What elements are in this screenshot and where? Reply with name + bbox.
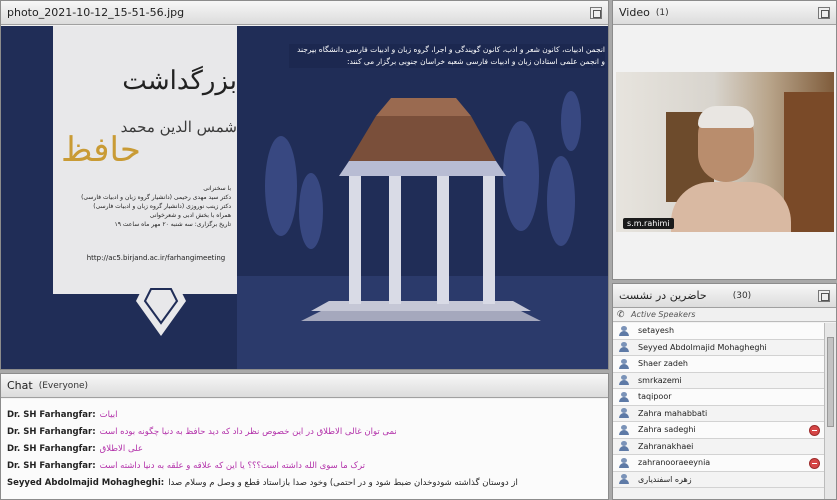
chat-message: Seyyed Abdolmajid Mohagheghi: از دوستان گ… xyxy=(7,474,604,491)
attendee-row[interactable]: Zahra mahabbati xyxy=(613,405,824,422)
chat-sender: Seyyed Abdolmajid Mohagheghi: xyxy=(7,477,165,488)
maximize-icon[interactable] xyxy=(818,7,830,19)
maximize-icon[interactable] xyxy=(818,290,830,302)
chat-pod-title-bar: Chat (Everyone) xyxy=(1,374,608,398)
user-icon xyxy=(618,358,630,369)
attendees-pod-title: حاضرین در نشست xyxy=(619,289,707,302)
attendee-row[interactable]: زهره اسفندیاری xyxy=(613,471,824,488)
chat-sender: Dr. SH Farhangfar: xyxy=(7,460,96,471)
poster-url: http://ac5.birjand.ac.ir/farhangimeeting xyxy=(86,254,226,262)
bookshelf xyxy=(784,92,834,232)
participant-name-tag: s.m.rahimi xyxy=(623,218,674,229)
participant-body xyxy=(671,182,791,232)
user-icon xyxy=(618,457,630,468)
user-icon xyxy=(618,474,630,485)
user-icon xyxy=(618,342,630,353)
attendee-list: setayesh Seyyed Abdolmajid Mohagheghi Sh… xyxy=(613,323,824,499)
phone-icon: ✆ xyxy=(617,309,625,320)
chat-text: علی الاطلاق xyxy=(99,443,143,454)
attendee-row[interactable]: setayesh xyxy=(613,323,824,340)
video-pod-title-bar: Video (1) xyxy=(613,1,836,25)
chat-pod-title: Chat xyxy=(7,379,33,392)
poster-details: با سخنرانی دکتر سید مهدی رحیمی (دانشیار … xyxy=(61,184,231,229)
chat-sender: Dr. SH Farhangfar: xyxy=(7,443,96,454)
chat-text: ترک ما سوی الله داشته است؟؟؟ یا این که ع… xyxy=(99,460,366,471)
attendee-name: Shaer zadeh xyxy=(638,359,688,369)
attendees-pod: حاضرین در نشست (30) ✆ Active Speakers se… xyxy=(612,283,837,500)
active-speakers-label: Active Speakers xyxy=(631,310,696,319)
photo-pod-title-bar: photo_2021-10-12_15-51-56.jpg xyxy=(1,1,608,25)
chat-scope[interactable]: (Everyone) xyxy=(39,381,88,391)
poster-line: دکتر سید مهدی رحیمی (دانشیار گروه زبان و… xyxy=(81,194,231,201)
user-icon xyxy=(618,424,630,435)
attendee-name: taqipoor xyxy=(638,392,672,402)
attendee-name: zahranooraeeynia xyxy=(638,458,711,468)
chat-message: Dr. SH Farhangfar: نمی توان غالی الاطلاق … xyxy=(7,423,604,440)
poster-banner-line-2: و انجمن علمی استادان زبان و ادبیات فارسی… xyxy=(289,56,605,68)
poster-image: انجمن ادبیات، کانون شعر و ادب، کانون گوی… xyxy=(1,26,608,369)
chat-message: Dr. SH Farhangfar: ابیات xyxy=(7,406,604,423)
participant-hair xyxy=(698,106,754,128)
chat-message: Dr. SH Farhangfar: ترک ما سوی الله داشته … xyxy=(7,457,604,474)
video-feed[interactable]: s.m.rahimi xyxy=(616,72,834,232)
away-status-icon xyxy=(809,458,820,469)
poster-line: دکتر زینب نوروزی (دانشیار گروه زبان و اد… xyxy=(93,203,231,210)
attendees-count: (30) xyxy=(732,290,752,301)
attendee-row[interactable]: smrkazemi xyxy=(613,372,824,389)
attendee-name: زهره اسفندیاری xyxy=(638,474,692,484)
poster-line: تاریخ برگزاری: سه شنبه ۲۰ مهر ماه ساعت ۱… xyxy=(114,221,231,228)
poster-title: بزرگداشت xyxy=(122,66,237,96)
photo-pod-title: photo_2021-10-12_15-51-56.jpg xyxy=(7,6,185,19)
user-icon xyxy=(618,408,630,419)
poster-hafez-calligraphy: حافظ xyxy=(61,130,141,170)
chat-text: نمی توان غالی الاطلاق در این خصوص نظر دا… xyxy=(99,426,397,437)
poster-banner: انجمن ادبیات، کانون شعر و ادب، کانون گوی… xyxy=(289,44,608,72)
poster-banner-line-1: انجمن ادبیات، کانون شعر و ادب، کانون گوی… xyxy=(289,44,605,56)
chat-sender: Dr. SH Farhangfar: xyxy=(7,409,96,420)
chat-sender: Dr. SH Farhangfar: xyxy=(7,426,96,437)
attendee-name: Seyyed Abdolmajid Mohagheghi xyxy=(638,342,767,352)
poster-ornament-icon xyxy=(136,281,186,336)
attendee-name: Zahranakhaei xyxy=(638,441,694,451)
attendee-row[interactable]: zahranooraeeynia xyxy=(613,455,824,472)
maximize-icon[interactable] xyxy=(590,7,602,19)
away-status-icon xyxy=(809,425,820,436)
chat-message: Dr. SH Farhangfar: علی الاطلاق xyxy=(7,440,604,457)
chat-pod: Chat (Everyone) Dr. SH Farhangfar: ابیات … xyxy=(0,373,609,500)
chat-text: ابیات xyxy=(99,409,118,420)
video-count: (1) xyxy=(655,7,669,18)
user-icon xyxy=(618,325,630,336)
attendee-row[interactable]: Zahranakhaei xyxy=(613,438,824,455)
attendee-row[interactable]: Seyyed Abdolmajid Mohagheghi xyxy=(613,339,824,356)
attendee-row[interactable]: Zahra sadeghi xyxy=(613,422,824,439)
user-icon xyxy=(618,441,630,452)
photo-pod: photo_2021-10-12_15-51-56.jpg انجمن ادبی… xyxy=(0,0,609,370)
attendee-name: Zahra mahabbati xyxy=(638,408,708,418)
user-icon xyxy=(618,391,630,402)
attendee-row[interactable]: taqipoor xyxy=(613,389,824,406)
attendees-pod-title-bar: حاضرین در نشست (30) xyxy=(613,284,836,308)
user-icon xyxy=(618,375,630,386)
scrollbar-thumb[interactable] xyxy=(827,337,834,427)
active-speakers-bar: ✆ Active Speakers xyxy=(613,308,836,322)
video-pod: Video (1) s.m.rahimi xyxy=(612,0,837,280)
poster-line: با سخنرانی xyxy=(203,185,231,192)
chat-text: از دوستان گذاشته شودوخدان ضبط شود و در ا… xyxy=(168,477,518,488)
attendee-name: setayesh xyxy=(638,326,675,336)
video-pod-title: Video xyxy=(619,6,650,19)
poster-line: همراه با بخش ادبی و شعرخوانی xyxy=(149,212,231,219)
attendee-row[interactable]: Shaer zadeh xyxy=(613,356,824,373)
attendee-list-scrollbar[interactable] xyxy=(824,323,836,499)
attendee-name: smrkazemi xyxy=(638,375,682,385)
attendee-name: Zahra sadeghi xyxy=(638,425,696,435)
chat-message-list: Dr. SH Farhangfar: ابیات Dr. SH Farhangfa… xyxy=(1,399,608,499)
